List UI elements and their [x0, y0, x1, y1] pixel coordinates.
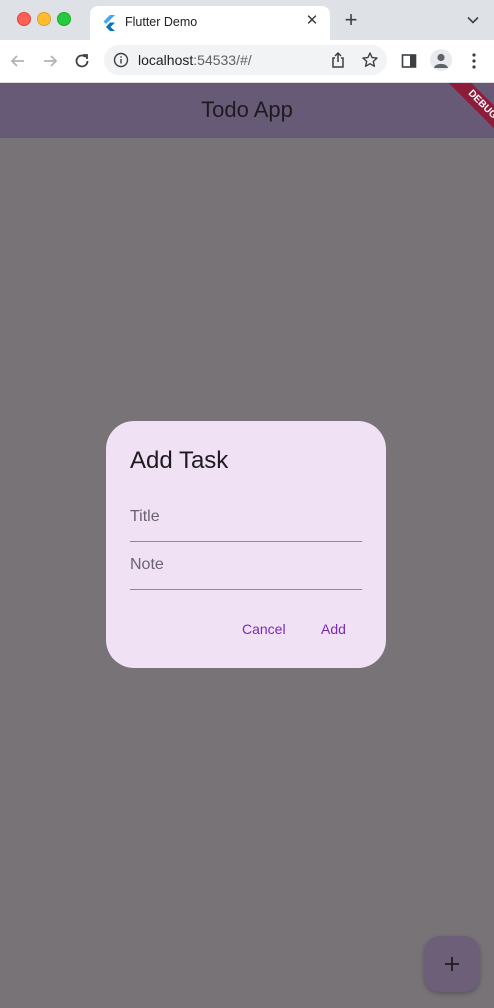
profile-avatar-icon[interactable]	[430, 49, 452, 71]
new-tab-button[interactable]: +	[342, 9, 360, 31]
flutter-icon	[103, 15, 115, 31]
app-title: Todo App	[201, 97, 293, 122]
browser-tab-strip: Flutter Demo ✕ +	[0, 0, 494, 40]
note-field[interactable]	[130, 543, 362, 590]
share-icon[interactable]	[330, 51, 346, 69]
dialog-title: Add Task	[130, 447, 229, 474]
chevron-down-icon[interactable]	[466, 13, 480, 27]
minimize-window-button[interactable]	[37, 12, 51, 26]
side-panel-icon[interactable]	[400, 52, 418, 70]
address-bar[interactable]: localhost:54533/#/	[104, 45, 387, 75]
tab-title: Flutter Demo	[125, 15, 198, 29]
maximize-window-button[interactable]	[57, 12, 71, 26]
cancel-button[interactable]: Cancel	[234, 617, 294, 641]
title-field[interactable]	[130, 495, 362, 542]
bookmark-star-icon[interactable]	[361, 51, 379, 69]
note-input[interactable]	[130, 556, 362, 574]
add-task-dialog: Add Task Cancel Add	[106, 421, 386, 668]
forward-arrow-icon[interactable]	[40, 51, 60, 71]
url-host: localhost	[138, 52, 194, 68]
back-arrow-icon[interactable]	[8, 51, 28, 71]
browser-tab[interactable]: Flutter Demo ✕	[90, 6, 330, 40]
add-button[interactable]: Add	[313, 617, 354, 641]
close-window-button[interactable]	[17, 12, 31, 26]
url-text: localhost:54533/#/	[138, 52, 252, 68]
url-path: :54533/#/	[193, 52, 252, 68]
more-vert-icon[interactable]	[470, 52, 478, 70]
app-bar: Todo App	[0, 83, 494, 138]
browser-toolbar: localhost:54533/#/	[0, 40, 494, 83]
tab-close-icon[interactable]: ✕	[304, 13, 320, 29]
site-info-icon[interactable]	[113, 52, 129, 68]
title-input[interactable]	[130, 508, 362, 526]
reload-icon[interactable]	[72, 51, 92, 71]
plus-icon	[445, 957, 459, 971]
add-task-fab[interactable]	[424, 936, 480, 992]
